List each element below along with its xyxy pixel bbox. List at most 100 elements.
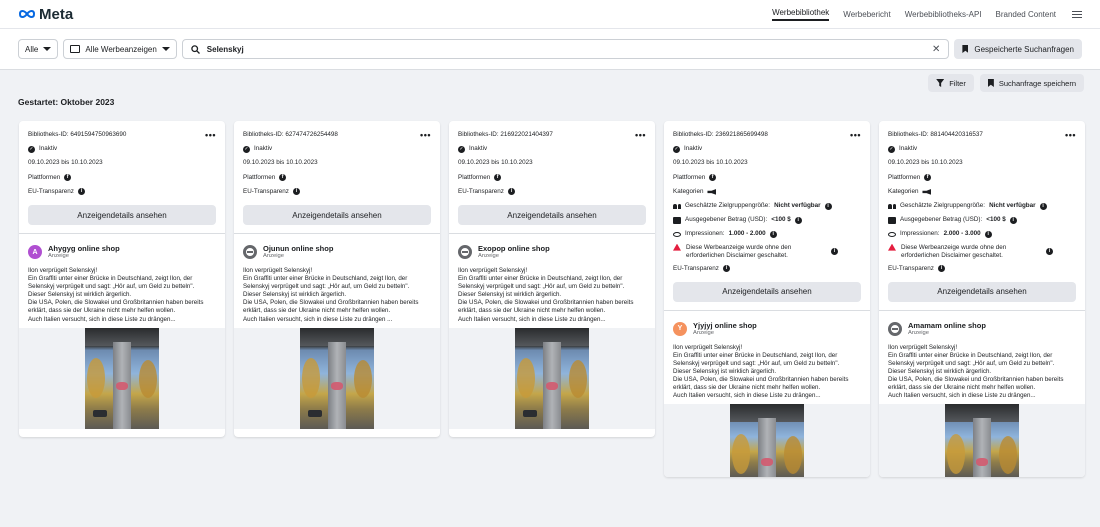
- money-icon: [673, 216, 681, 224]
- facebook-icon: f: [924, 174, 932, 182]
- divider: [19, 233, 225, 235]
- status-icon: ✓: [28, 145, 35, 153]
- nav-branded-content[interactable]: Branded Content: [996, 10, 1057, 19]
- advertiser-name[interactable]: Ojunun online shop: [263, 244, 333, 253]
- nav-werbebibliothek[interactable]: Werbebibliothek: [772, 8, 830, 21]
- meta-logo[interactable]: Meta: [18, 6, 73, 23]
- info-icon[interactable]: i: [1039, 202, 1047, 210]
- facebook-icon: f: [709, 174, 717, 182]
- chevron-down-icon: [161, 47, 170, 51]
- spend-label: Ausgegebener Betrag (USD):: [900, 216, 983, 224]
- library-id: Bibliotheks-ID: 216922021404397: [458, 131, 553, 138]
- status-text: Inaktiv: [469, 145, 488, 153]
- status-icon: ✓: [673, 145, 680, 153]
- ad-details-button[interactable]: Anzeigendetails ansehen: [458, 205, 646, 226]
- divider: [234, 233, 440, 235]
- search-query: Selenskyj: [206, 44, 244, 54]
- people-icon: [673, 203, 681, 210]
- graffiti-photo: [300, 327, 374, 429]
- more-options-icon[interactable]: •••: [635, 131, 646, 140]
- info-icon[interactable]: i: [824, 202, 832, 210]
- platforms-label: Plattformen: [28, 173, 61, 181]
- eu-transparency-label: EU-Transparenz: [888, 264, 934, 272]
- ad-card: Bibliotheks-ID: 649159475096369​0 ••• ✓ In…: [19, 121, 225, 437]
- info-icon[interactable]: i: [984, 231, 992, 239]
- ad-details-button[interactable]: Anzeigendetails ansehen: [888, 281, 1076, 302]
- eye-icon: [888, 232, 896, 238]
- nav-werbebericht[interactable]: Werbebericht: [843, 10, 890, 19]
- menu-icon[interactable]: [1072, 10, 1082, 18]
- impressions-label: Impressionen:: [900, 230, 940, 238]
- more-options-icon[interactable]: •••: [1065, 131, 1076, 140]
- spend-value: <100 $: [771, 216, 791, 224]
- filter-button[interactable]: Filter: [928, 74, 974, 92]
- graffiti-photo: [515, 327, 589, 429]
- platforms-label: Plattformen: [458, 173, 491, 181]
- ad-text-line: Auch Italien versucht, sich in diese Lis…: [458, 315, 606, 323]
- ad-text-line: Ilon verprügelt Selenskyj!: [673, 343, 743, 351]
- info-icon[interactable]: i: [769, 231, 777, 239]
- info-icon[interactable]: i: [937, 265, 945, 273]
- ad-text-line: Auch Italien versucht, sich in diese Lis…: [888, 392, 1036, 400]
- ad-details-button[interactable]: Anzeigendetails ansehen: [673, 281, 861, 302]
- save-search-button[interactable]: Suchanfrage speichern: [979, 74, 1084, 92]
- ad-details-button[interactable]: Anzeigendetails ansehen: [243, 205, 431, 226]
- info-icon[interactable]: i: [1009, 216, 1017, 224]
- avatar[interactable]: A: [28, 245, 42, 260]
- money-icon: [888, 216, 896, 224]
- ad-category-dropdown[interactable]: Alle Werbeanzeigen: [63, 39, 177, 59]
- ad-card: Bibliotheks-ID: 216922021404397 ••• ✓ Inak…: [449, 121, 655, 437]
- nav-werbebibliotheks-api[interactable]: Werbebibliotheks-API: [905, 10, 982, 19]
- ad-text-line: Ein Graffiti unter einer Brücke in Deuts…: [243, 275, 410, 291]
- ad-text-line: Ilon verprügelt Selenskyj!: [28, 267, 98, 275]
- more-options-icon[interactable]: •••: [205, 131, 216, 140]
- info-icon[interactable]: i: [77, 188, 85, 196]
- divider: [879, 309, 1085, 311]
- advertiser-name[interactable]: Ahygyg online shop: [48, 244, 120, 253]
- ad-media[interactable]: [449, 327, 655, 429]
- advertiser-name[interactable]: Yjyjyj online shop: [693, 321, 757, 330]
- info-icon[interactable]: i: [722, 265, 730, 273]
- more-options-icon[interactable]: •••: [420, 131, 431, 140]
- ad-media[interactable]: [879, 404, 1085, 478]
- advertiser-name[interactable]: Amamam online shop: [908, 321, 986, 330]
- library-id: Bibliotheks-ID: 236921865699498: [673, 131, 768, 138]
- info-icon[interactable]: i: [507, 188, 515, 196]
- ad-details-button[interactable]: Anzeigendetails ansehen: [28, 205, 216, 226]
- search-input[interactable]: Selenskyj ✕: [181, 39, 950, 59]
- saved-searches-button[interactable]: Gespeicherte Suchanfragen: [954, 39, 1082, 59]
- avatar[interactable]: [458, 245, 472, 260]
- ad-media[interactable]: [664, 404, 870, 478]
- disclaimer-warning: Diese Werbeanzeige wurde ohne den erford…: [901, 243, 1007, 259]
- info-icon[interactable]: i: [794, 216, 802, 224]
- status-icon: ✓: [888, 145, 895, 153]
- ad-card: Bibliotheks-ID: 881404420316537 ••• ✓ Inak…: [879, 121, 1085, 478]
- bookmark-icon: [987, 79, 994, 87]
- ad-text-line: Dieser Selenskyj ist wirklich ärgerlich.: [28, 291, 132, 299]
- more-options-icon[interactable]: •••: [850, 131, 861, 140]
- ad-media[interactable]: [234, 327, 440, 429]
- platforms-label: Plattformen: [243, 173, 276, 181]
- library-id: Bibliotheks-ID: 881404420316537: [888, 131, 983, 138]
- avatar[interactable]: Y: [673, 321, 687, 336]
- ad-media[interactable]: [19, 327, 225, 429]
- status-text: Inaktiv: [254, 145, 273, 153]
- avatar[interactable]: [888, 321, 902, 336]
- ad-text: Ilon verprügelt Selenskyj! Ein Graffiti …: [458, 267, 646, 324]
- avatar[interactable]: [243, 245, 257, 260]
- status-text: Inaktiv: [684, 145, 703, 153]
- country-dropdown[interactable]: Alle: [18, 39, 59, 59]
- ad-text-line: Ein Graffiti unter einer Brücke in Deuts…: [673, 351, 840, 368]
- info-icon[interactable]: i: [831, 247, 838, 255]
- advertiser-name[interactable]: Exopop online shop: [478, 244, 550, 253]
- facebook-icon: f: [494, 174, 502, 182]
- info-icon[interactable]: i: [1046, 247, 1053, 255]
- eye-icon: [673, 232, 681, 238]
- status-icon: ✓: [458, 145, 465, 153]
- clear-icon[interactable]: ✕: [932, 44, 940, 55]
- info-icon[interactable]: i: [292, 188, 300, 196]
- filter-icon: [936, 79, 945, 87]
- ad-text-line: Ein Graffiti unter einer Brücke in Deuts…: [888, 351, 1055, 368]
- categories-label: Kategorien: [888, 187, 919, 195]
- impressions-label: Impressionen:: [685, 230, 725, 238]
